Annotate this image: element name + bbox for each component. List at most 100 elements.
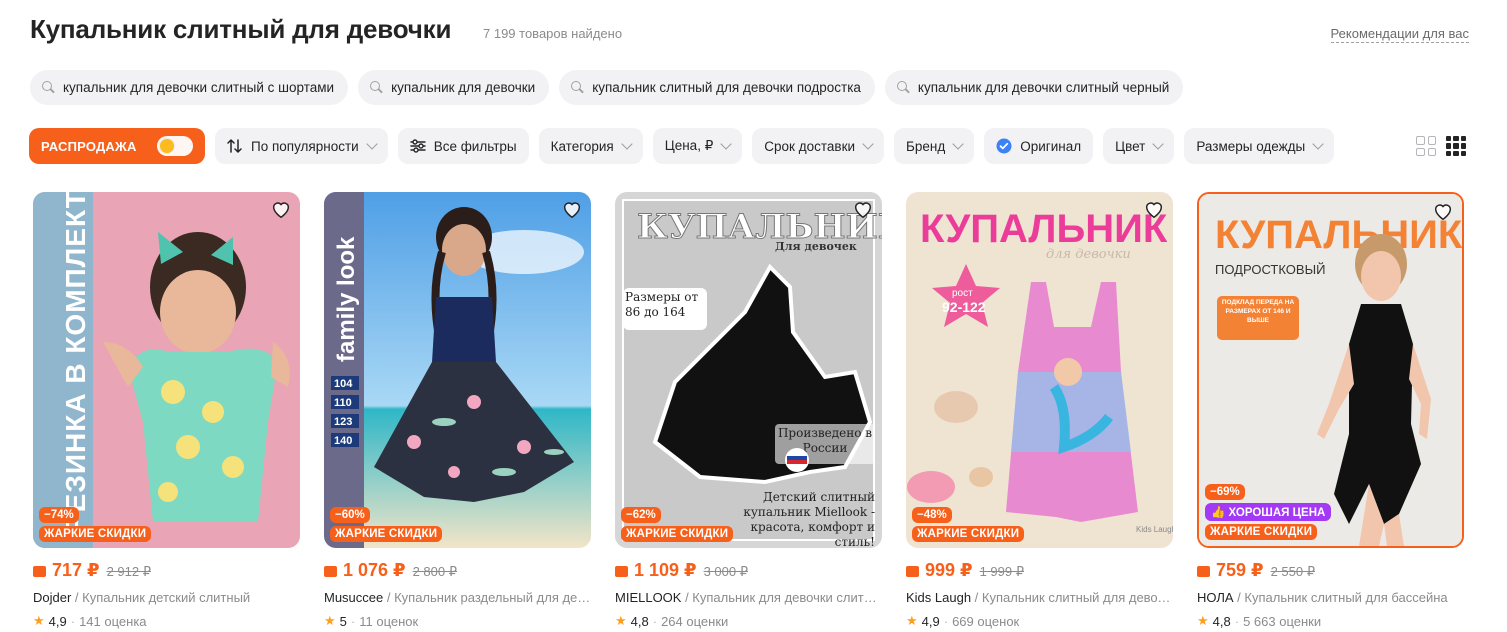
heart-icon[interactable]: [1432, 200, 1454, 222]
badges: −69% 👍 ХОРОШАЯ ЦЕНА ЖАРКИЕ СКИДКИ: [1205, 484, 1332, 540]
badges: −48% ЖАРКИЕ СКИДКИ: [912, 507, 1025, 542]
photo-rost: рост: [952, 288, 973, 299]
photo-subtitle: Для девочек: [775, 240, 857, 253]
discount-badge: −74%: [39, 507, 79, 523]
product-title: / Купальник детский слитный: [71, 590, 251, 605]
verified-check-icon: [996, 138, 1012, 154]
large-grid-icon[interactable]: [1416, 136, 1436, 156]
sort-dropdown[interactable]: По популярности: [215, 128, 388, 164]
old-price: 1 999 ₽: [979, 564, 1024, 579]
chevron-down-icon: [366, 138, 378, 150]
chevron-down-icon: [1152, 138, 1165, 150]
product-title: / Купальник раздельный для девочки: [383, 590, 591, 605]
rating-value: 4,8: [1212, 613, 1231, 629]
product-title: / Купальник слитный для девочки: [971, 590, 1173, 605]
original-label: Оригинал: [1020, 138, 1082, 154]
rating-value: 5: [339, 613, 347, 629]
product-image: РЕЗИНКА В КОМПЛЕКТЕ: [33, 192, 300, 548]
rating: ★ 4,9 · 669 оценок: [906, 613, 1173, 629]
sizes-filter[interactable]: Размеры одежды: [1184, 128, 1335, 164]
category-label: Категория: [550, 138, 614, 154]
product-card[interactable]: КУПАЛЬНИК Для девочек Размеры от 86 до 1…: [615, 192, 882, 629]
chevron-down-icon: [952, 138, 964, 150]
results-count: 7 199 товаров найдено: [483, 26, 623, 41]
sale-switch[interactable]: [157, 136, 193, 156]
wallet-icon: [1197, 566, 1210, 577]
brand-filter[interactable]: Бренд: [894, 128, 975, 164]
rating-value: 4,9: [921, 613, 940, 629]
suggestion-chip[interactable]: купальник для девочки слитный черный: [884, 70, 1184, 105]
recommendations-link[interactable]: Рекомендации для вас: [1330, 26, 1469, 43]
all-filters-label: Все фильтры: [433, 138, 517, 154]
chevron-down-icon: [621, 138, 633, 150]
category-filter[interactable]: Категория: [538, 128, 643, 164]
separator: ·: [350, 613, 356, 629]
product-image: family look 104 110 123 140: [324, 192, 591, 548]
chevron-down-icon: [720, 138, 732, 150]
sort-arrows-icon: [227, 139, 243, 153]
wallet-icon: [615, 566, 628, 577]
product-name[interactable]: Dojder / Купальник детский слитный: [33, 590, 300, 605]
price: 1 109 ₽: [634, 560, 697, 580]
price-filter[interactable]: Цена, ₽: [652, 128, 743, 164]
product-photo[interactable]: family look 104 110 123 140 −60% ЖАРКИЕ …: [324, 192, 591, 548]
color-filter[interactable]: Цвет: [1103, 128, 1175, 164]
price: 999 ₽: [925, 560, 973, 580]
small-grid-icon[interactable]: [1446, 136, 1466, 156]
badges: −62% ЖАРКИЕ СКИДКИ: [621, 507, 734, 542]
hot-sale-badge: ЖАРКИЕ СКИДКИ: [621, 526, 734, 542]
delivery-filter[interactable]: Срок доставки: [752, 128, 885, 164]
rating: ★ 4,8 · 5 663 оценки: [1197, 613, 1464, 629]
hot-sale-badge: ЖАРКИЕ СКИДКИ: [330, 526, 443, 542]
rating: ★ 5 · 11 оценок: [324, 613, 591, 629]
product-photo[interactable]: КУПАЛЬНИК для девочки рост 92-122 Kids L…: [906, 192, 1173, 548]
product-card[interactable]: family look 104 110 123 140 −60% ЖАРКИЕ …: [324, 192, 591, 629]
sale-label: РАСПРОДАЖА: [41, 138, 137, 154]
heart-icon[interactable]: [561, 198, 583, 220]
star-icon: ★: [615, 613, 627, 628]
product-image: КУПАЛЬНИК Для девочек Размеры от 86 до 1…: [615, 192, 882, 548]
page-title: Купальник слитный для девочки: [30, 14, 452, 44]
product-photo[interactable]: КУПАЛЬНИК ПОДРОСТКОВЫЙ ПОДКЛАД ПЕРЕДА НА…: [1197, 192, 1464, 548]
suggestion-chip[interactable]: купальник слитный для девочки подростка: [559, 70, 875, 105]
product-name[interactable]: MIELLOOK / Купальник для девочки слитный: [615, 590, 882, 605]
product-photo[interactable]: РЕЗИНКА В КОМПЛЕКТЕ −74% ЖАРКИЕ СКИДКИ: [33, 192, 300, 548]
brand-name: НОЛА: [1197, 590, 1234, 605]
product-photo[interactable]: КУПАЛЬНИК Для девочек Размеры от 86 до 1…: [615, 192, 882, 548]
price-row: 717 ₽ 2 912 ₽: [33, 560, 300, 581]
photo-note: ПОДКЛАД ПЕРЕДА НА РАЗМЕРАХ ОТ 146 И ВЫШЕ: [1221, 299, 1295, 324]
heart-icon[interactable]: [1143, 198, 1165, 220]
photo-caption: family look: [333, 236, 360, 362]
product-card[interactable]: КУПАЛЬНИК ПОДРОСТКОВЫЙ ПОДКЛАД ПЕРЕДА НА…: [1197, 192, 1464, 629]
all-filters-button[interactable]: Все фильтры: [397, 128, 529, 164]
product-card[interactable]: РЕЗИНКА В КОМПЛЕКТЕ −74% ЖАРКИЕ СКИДКИ 7…: [33, 192, 300, 629]
photo-range: 92-122: [942, 299, 986, 315]
search-icon: [571, 81, 584, 94]
chevron-down-icon: [862, 138, 874, 150]
color-label: Цвет: [1115, 138, 1146, 154]
original-filter[interactable]: Оригинал: [984, 128, 1094, 164]
product-card[interactable]: КУПАЛЬНИК для девочки рост 92-122 Kids L…: [906, 192, 1173, 629]
good-price-label: ХОРОШАЯ ЦЕНА: [1228, 507, 1326, 519]
price: 717 ₽: [52, 560, 100, 580]
product-name[interactable]: НОЛА / Купальник слитный для бассейна: [1197, 590, 1464, 605]
thumbs-up-icon: 👍: [1211, 507, 1229, 519]
star-icon: ★: [1197, 613, 1209, 628]
size-label: 104: [334, 378, 353, 390]
heart-icon[interactable]: [270, 198, 292, 220]
hot-sale-badge: ЖАРКИЕ СКИДКИ: [912, 526, 1025, 542]
brand-name: MIELLOOK: [615, 590, 682, 605]
product-name[interactable]: Musuccee / Купальник раздельный для дево…: [324, 590, 591, 605]
product-name[interactable]: Kids Laugh / Купальник слитный для девоч…: [906, 590, 1173, 605]
suggestion-chip[interactable]: купальник для девочки: [358, 70, 550, 105]
badges: −60% ЖАРКИЕ СКИДКИ: [330, 507, 443, 542]
photo-sizes: Размеры от 86 до 164: [625, 290, 699, 319]
star-icon: ★: [33, 613, 45, 628]
discount-badge: −48%: [912, 507, 952, 523]
photo-subtitle: для девочки: [1046, 247, 1131, 262]
heart-icon[interactable]: [852, 198, 874, 220]
suggestion-chip[interactable]: купальник для девочки слитный с шортами: [30, 70, 349, 105]
rating-value: 4,8: [630, 613, 649, 629]
sale-toggle-button[interactable]: РАСПРОДАЖА: [29, 128, 205, 164]
price-row: 1 109 ₽ 3 000 ₽: [615, 560, 882, 581]
